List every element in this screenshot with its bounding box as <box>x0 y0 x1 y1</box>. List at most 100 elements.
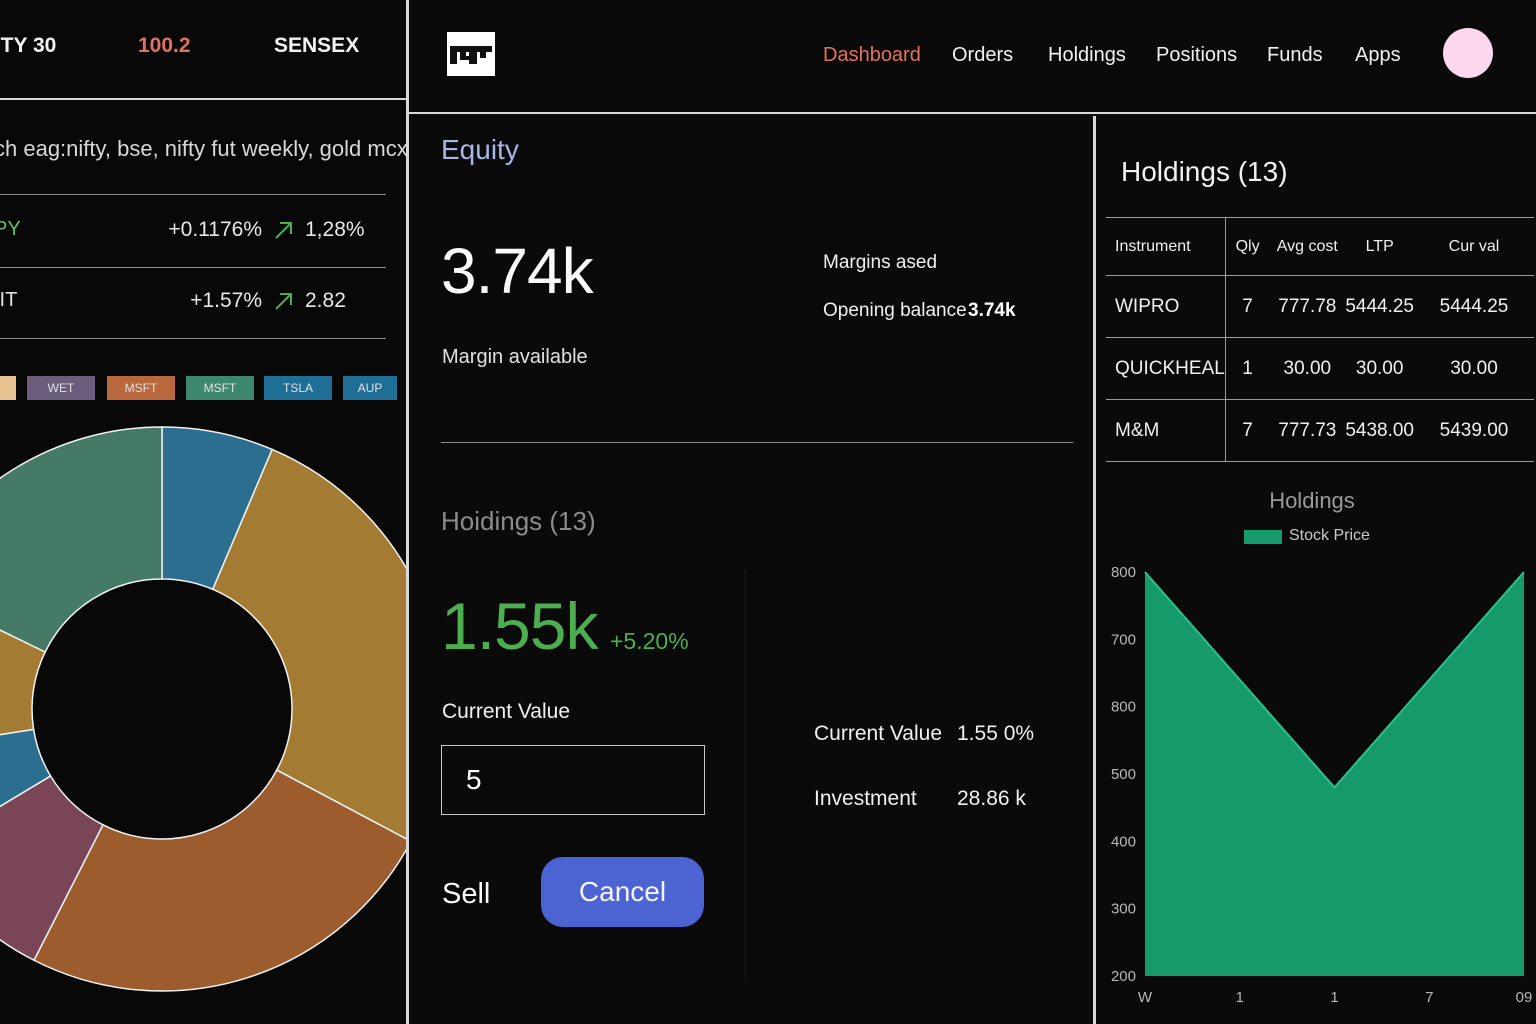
legend-chip <box>0 376 16 400</box>
avatar[interactable] <box>1443 28 1493 78</box>
divider <box>0 194 386 195</box>
chart-legend-label: Stock Price <box>1289 527 1370 544</box>
summary-investment-label: Investment <box>814 787 917 810</box>
holdings-table-title: Holdings (13) <box>1121 156 1288 187</box>
summary-current-value: 1.55 0% <box>957 722 1035 745</box>
arrow-up-right-icon <box>275 222 292 239</box>
watchlist-search-input[interactable]: ch eag:nifty, bse, nifty fut weekly, gol… <box>0 136 406 162</box>
cell-ltp: 5438.00 <box>1345 399 1414 462</box>
holdings-summary-title: Hoidings (13) <box>441 506 596 536</box>
cell-qty: 7 <box>1225 399 1270 462</box>
index-sensex[interactable]: SENSEX <box>274 34 359 58</box>
legend-chip: TSLA <box>264 376 332 400</box>
divider <box>0 267 386 268</box>
index-ticker-bar: IFTY 30 100.2 SENSEX <box>0 0 406 100</box>
chart-title: Holdings <box>1269 488 1355 513</box>
x-tick-label: 1 <box>1330 989 1338 1006</box>
equity-title: Equity <box>441 134 519 165</box>
watchlist-symbol: PY <box>0 218 21 240</box>
holdings-table: Instrument Qly Avg cost LTP Cur val WIPR… <box>1106 217 1534 462</box>
y-tick-label: 300 <box>1111 901 1136 918</box>
cell-avg-cost: 777.73 <box>1269 399 1346 462</box>
y-tick-label: 200 <box>1111 968 1136 985</box>
margin-available-label: Margin available <box>442 346 588 368</box>
column-header[interactable]: Avg cost <box>1269 217 1346 276</box>
opening-balance-value: 3.74k <box>968 300 1016 321</box>
nav-orders[interactable]: Orders <box>952 44 1013 67</box>
legend-chip: WET <box>27 376 95 400</box>
watchlist-price: 2.82 <box>305 289 346 312</box>
watchlist-change: +1.57% <box>190 289 262 312</box>
divider <box>745 570 746 980</box>
cell-instrument: QUICKHEAL <box>1106 337 1226 400</box>
x-tick-label: 1 <box>1236 989 1244 1006</box>
table-header-row: Instrument Qly Avg cost LTP Cur val <box>1106 217 1534 276</box>
x-tick-label: 7 <box>1425 989 1433 1006</box>
nav-apps[interactable]: Apps <box>1355 44 1401 67</box>
watchlist-change: +0.1176% <box>168 218 262 241</box>
cell-ltp: 5444.25 <box>1345 275 1414 338</box>
x-tick-label: 09 <box>1516 989 1533 1006</box>
index-name[interactable]: IFTY 30 <box>0 34 56 58</box>
x-tick-label: W <box>1138 989 1153 1006</box>
holdings-value: 1.55k <box>441 589 598 663</box>
arrow-up-right-icon <box>275 293 292 310</box>
nav-dashboard[interactable]: Dashboard <box>823 44 921 67</box>
y-tick-label: 800 <box>1111 564 1136 581</box>
cell-qty: 1 <box>1225 337 1270 400</box>
table-row[interactable]: WIPRO 7 777.78 5444.25 5444.25 <box>1106 275 1534 338</box>
nav-funds[interactable]: Funds <box>1267 44 1323 67</box>
watchlist-panel: IFTY 30 100.2 SENSEX ch eag:nifty, bse, … <box>0 0 406 1024</box>
legend-chip: MSFT <box>107 376 175 400</box>
table-row[interactable]: QUICKHEAL 1 30.00 30.00 30.00 <box>1106 337 1534 400</box>
table-row[interactable]: M&M 7 777.73 5438.00 5439.00 <box>1106 399 1534 462</box>
opening-balance-label: Opening balance <box>823 300 967 321</box>
current-value-input[interactable] <box>441 745 705 815</box>
index-value: 100.2 <box>138 34 191 57</box>
nav-positions[interactable]: Positions <box>1156 44 1237 67</box>
divider <box>0 338 386 339</box>
y-tick-label: 500 <box>1111 766 1136 783</box>
holdings-change-pct: +5.20% <box>610 628 689 654</box>
holdings-area-chart: 800 700 800 500 400 300 200W 1 1 7 09 <box>1111 564 1533 1006</box>
brand-logo[interactable] <box>447 32 495 76</box>
cell-ltp: 30.00 <box>1345 337 1414 400</box>
watchlist-row[interactable]: PY +0.1176% 1,28% <box>0 218 386 248</box>
watchlist-symbol: IIT <box>0 289 18 311</box>
allocation-donut-chart <box>0 426 406 992</box>
y-tick-label: 800 <box>1111 699 1136 716</box>
watchlist-row[interactable]: IIT +1.57% 2.82 <box>0 289 386 319</box>
area-series-stock-price <box>1145 572 1524 976</box>
sell-label[interactable]: Sell <box>442 878 490 911</box>
y-tick-label: 400 <box>1111 833 1136 850</box>
legend-chip: MSFT <box>186 376 254 400</box>
summary-current-value-label: Current Value <box>814 722 943 745</box>
holdings-panel: Holdings (13) Instrument Qly Avg cost LT… <box>1096 116 1536 1024</box>
column-header[interactable]: Instrument <box>1106 217 1226 276</box>
top-navbar: Dashboard Orders Holdings Positions Fund… <box>409 0 1536 114</box>
cancel-button[interactable]: Cancel <box>541 857 704 927</box>
cell-instrument: M&M <box>1106 399 1226 462</box>
nav-holdings[interactable]: Holdings <box>1048 44 1126 67</box>
cell-qty: 7 <box>1225 275 1270 338</box>
cell-instrument: WIPRO <box>1106 275 1226 338</box>
summary-investment-value: 28.86 k <box>957 787 1026 810</box>
margin-available-value: 3.74k <box>441 235 594 307</box>
donut-slice[interactable] <box>0 426 163 654</box>
cell-cur-val: 5439.00 <box>1414 399 1534 462</box>
chart-legend-swatch <box>1244 530 1282 544</box>
margins-used-label: Margins ased <box>823 252 938 273</box>
cell-cur-val: 5444.25 <box>1414 275 1534 338</box>
column-header[interactable]: Qly <box>1225 217 1270 276</box>
watchlist-price: 1,28% <box>305 218 365 241</box>
divider <box>441 442 1073 443</box>
column-header[interactable]: LTP <box>1345 217 1414 276</box>
cell-cur-val: 30.00 <box>1414 337 1534 400</box>
y-tick-label: 700 <box>1111 631 1136 648</box>
legend-chip: AUP <box>343 376 397 400</box>
current-value-label: Current Value <box>442 700 571 723</box>
cell-avg-cost: 30.00 <box>1269 337 1346 400</box>
cell-avg-cost: 777.78 <box>1269 275 1346 338</box>
dashboard-main: Equity 3.74k Margin available Margins as… <box>409 116 1093 1024</box>
column-header[interactable]: Cur val <box>1414 217 1534 276</box>
